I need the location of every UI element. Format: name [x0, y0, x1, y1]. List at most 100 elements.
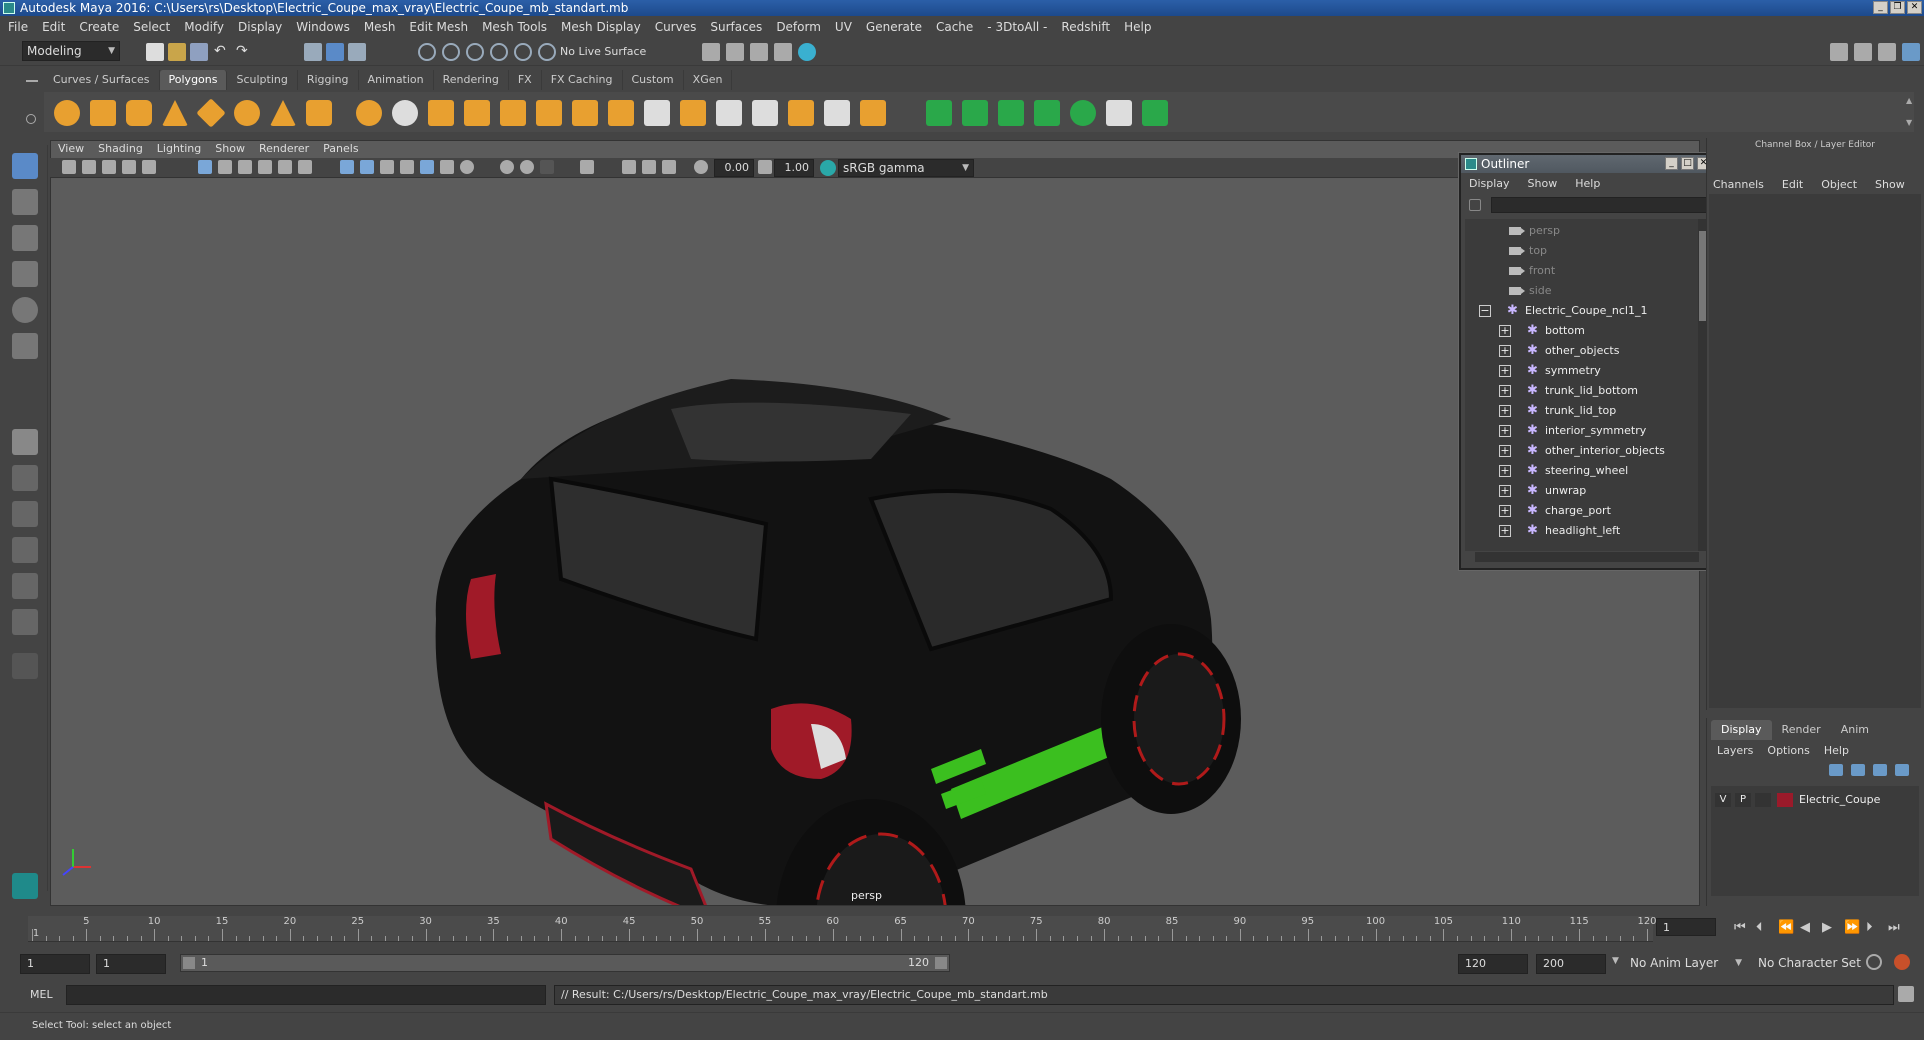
extract-icon[interactable]	[428, 100, 454, 126]
animation-preferences-icon[interactable]	[1894, 954, 1910, 970]
vp-menu-shading[interactable]: Shading	[98, 140, 143, 158]
cb-menu-object[interactable]: Object	[1821, 178, 1857, 191]
menu-help[interactable]: Help	[1124, 20, 1151, 34]
bevel-icon[interactable]	[644, 100, 670, 126]
menu-edit[interactable]: Edit	[42, 20, 65, 34]
step-back-key-icon[interactable]: ⏪	[1778, 920, 1794, 935]
poly-cube-icon[interactable]	[90, 100, 116, 126]
snap-surface-icon[interactable]	[514, 43, 532, 61]
exposure-field[interactable]: 0.00	[714, 159, 754, 177]
expand-icon[interactable]: +	[1499, 425, 1511, 437]
shelf-tab-rendering[interactable]: Rendering	[434, 70, 509, 90]
close-button[interactable]: ✕	[1907, 1, 1922, 14]
select-tool-icon[interactable]	[12, 153, 38, 179]
append-polygon-icon[interactable]	[680, 100, 706, 126]
expand-icon[interactable]: +	[1499, 525, 1511, 537]
poly-torus-icon[interactable]	[234, 100, 260, 126]
shelf-options-icon[interactable]	[26, 114, 36, 124]
outliner-item[interactable]: + ✱ other_interior_objects	[1465, 441, 1701, 461]
snap-point-icon[interactable]	[466, 43, 484, 61]
playback-end-field[interactable]: 120	[1458, 954, 1528, 974]
animation-end-field[interactable]: 200	[1536, 954, 1606, 974]
layer-tab-render[interactable]: Render	[1772, 720, 1831, 740]
insert-edge-loop-icon[interactable]	[752, 100, 778, 126]
fill-hole-icon[interactable]	[824, 100, 850, 126]
menu-display[interactable]: Display	[238, 20, 282, 34]
undo-icon[interactable]: ↶	[214, 43, 232, 61]
mode-dropdown[interactable]: Modeling ▼	[22, 41, 120, 61]
go-to-end-icon[interactable]: ⏭	[1888, 920, 1900, 935]
menu-mesh-display[interactable]: Mesh Display	[561, 20, 641, 34]
go-to-start-icon[interactable]: ⏮	[1734, 920, 1746, 935]
spherical-mapping-icon[interactable]	[998, 100, 1024, 126]
move-tool-icon[interactable]	[12, 261, 38, 287]
outliner-minimize-button[interactable]: _	[1665, 157, 1678, 170]
toolbox-more-icon[interactable]	[12, 653, 38, 679]
film-gate-icon[interactable]	[218, 160, 232, 174]
uv-unfold-icon[interactable]	[1070, 100, 1096, 126]
persp-graph-layout-icon[interactable]	[12, 573, 38, 599]
cb-menu-channels[interactable]: Channels	[1713, 178, 1764, 191]
expand-icon[interactable]: +	[1499, 365, 1511, 377]
xray-active-icon[interactable]	[642, 160, 656, 174]
outliner-menu-display[interactable]: Display	[1469, 177, 1510, 190]
mirror-icon[interactable]	[536, 100, 562, 126]
poly-cone-icon[interactable]	[162, 100, 188, 126]
menu-mesh-tools[interactable]: Mesh Tools	[482, 20, 547, 34]
maximize-button[interactable]: ❐	[1890, 1, 1905, 14]
grease-pencil-icon[interactable]	[142, 160, 156, 174]
layer-move-down-icon[interactable]	[1851, 764, 1865, 776]
vp-menu-view[interactable]: View	[58, 140, 84, 158]
select-component-icon[interactable]	[348, 43, 366, 61]
outliner-item[interactable]: + ✱ trunk_lid_top	[1465, 401, 1701, 421]
uv-editor-icon[interactable]	[1142, 100, 1168, 126]
outliner-item[interactable]: + ✱ bottom	[1465, 321, 1701, 341]
xray-icon[interactable]	[622, 160, 636, 174]
exposure-icon[interactable]	[694, 160, 708, 174]
menu-uv[interactable]: UV	[835, 20, 852, 34]
expand-icon[interactable]: +	[1499, 325, 1511, 337]
ambient-occlusion-icon[interactable]	[460, 160, 474, 174]
multi-cut-icon[interactable]	[716, 100, 742, 126]
shelf-tab-fx-caching[interactable]: FX Caching	[542, 70, 623, 90]
live-surface-label[interactable]: No Live Surface	[560, 45, 646, 58]
shelf-tab-animation[interactable]: Animation	[359, 70, 434, 90]
select-object-icon[interactable]	[326, 43, 344, 61]
outliner-filter-icon[interactable]	[1469, 199, 1481, 211]
paint-select-tool-icon[interactable]	[12, 225, 38, 251]
new-layer-selected-icon[interactable]	[1895, 764, 1909, 776]
step-forward-key-icon[interactable]: ⏩	[1844, 920, 1860, 935]
bridge-icon[interactable]	[608, 100, 634, 126]
smooth-shade-icon[interactable]	[360, 160, 374, 174]
new-layer-icon[interactable]	[1873, 764, 1887, 776]
layer-menu-help[interactable]: Help	[1824, 744, 1849, 757]
shadows-icon[interactable]	[440, 160, 454, 174]
layer-visibility-toggle[interactable]: V	[1715, 793, 1731, 807]
range-end-handle[interactable]	[935, 957, 947, 969]
layer-menu-layers[interactable]: Layers	[1717, 744, 1753, 757]
rotate-tool-icon[interactable]	[12, 297, 38, 323]
menu-create[interactable]: Create	[79, 20, 119, 34]
separate-icon[interactable]	[392, 100, 418, 126]
expand-icon[interactable]: +	[1499, 385, 1511, 397]
resolution-gate-icon[interactable]	[238, 160, 252, 174]
wireframe-on-shaded-icon[interactable]	[380, 160, 394, 174]
persp-outliner-layout-icon[interactable]	[12, 537, 38, 563]
step-back-frame-icon[interactable]: ⏴	[1756, 920, 1763, 935]
menu-file[interactable]: File	[8, 20, 28, 34]
hypershade-icon[interactable]	[798, 43, 816, 61]
menu-generate[interactable]: Generate	[866, 20, 922, 34]
menu-surfaces[interactable]: Surfaces	[710, 20, 762, 34]
color-management-icon[interactable]	[820, 160, 836, 176]
shelf-menu-icon[interactable]	[26, 80, 38, 82]
range-slider[interactable]: 1 120	[180, 954, 950, 972]
expand-icon[interactable]: +	[1499, 465, 1511, 477]
layer-playback-toggle[interactable]: P	[1735, 793, 1751, 807]
collapse-icon[interactable]: −	[1479, 305, 1491, 317]
outliner-maximize-button[interactable]: □	[1681, 157, 1694, 170]
tool-settings-icon[interactable]	[1878, 43, 1896, 61]
outliner-item-camera[interactable]: front	[1465, 261, 1701, 281]
menu-3dtoall[interactable]: - 3DtoAll -	[987, 20, 1047, 34]
menu-deform[interactable]: Deform	[776, 20, 821, 34]
menu-mesh[interactable]: Mesh	[364, 20, 396, 34]
